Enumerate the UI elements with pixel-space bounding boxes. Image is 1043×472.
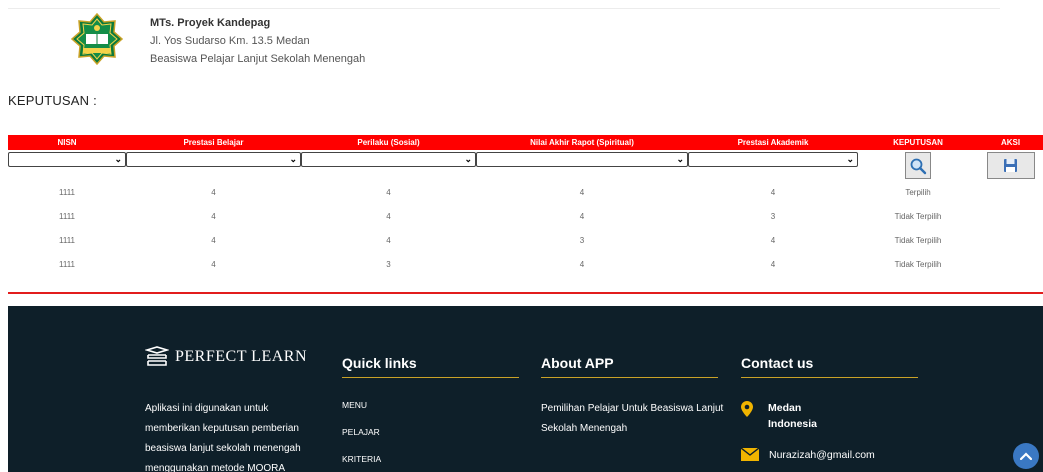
about-app-text: Pemilihan Pelajar Untuk Beasiswa Lanjut …: [541, 403, 724, 434]
cell-perilaku: 4: [386, 235, 391, 245]
cell-aksi: [978, 252, 1043, 276]
contact-city: Medan: [768, 402, 802, 414]
cell-prestasi-belajar: 4: [211, 187, 216, 197]
cell-perilaku: 3: [386, 259, 391, 269]
nisn-select[interactable]: ⌄: [8, 152, 126, 167]
contact-email[interactable]: Nurazizah@gmail.com: [769, 449, 875, 461]
page-title: KEPUTUSAN :: [8, 93, 97, 108]
floppy-save-icon: [1004, 159, 1017, 172]
header-perilaku: Perilaku (Sosial): [301, 135, 476, 150]
brand-name: PERFECT LEARN: [175, 348, 307, 365]
nilai-akhir-select[interactable]: ⌄: [476, 152, 688, 167]
header-aksi: AKSI: [978, 135, 1043, 150]
cell-nilai-akhir: 4: [579, 187, 585, 197]
cell-nilai-akhir: 4: [579, 211, 585, 221]
envelope-icon: [741, 448, 759, 461]
cell-aksi: [978, 204, 1043, 228]
cell-prestasi-akademik: 3: [770, 211, 776, 221]
school-header: MTs. Proyek Kandepag Jl. Yos Sudarso Km.…: [70, 12, 365, 70]
cell-nilai-akhir: 3: [579, 235, 585, 245]
chevron-down-icon: ⌄: [464, 154, 472, 164]
search-button[interactable]: [905, 152, 931, 179]
cell-nilai-akhir: 4: [579, 259, 585, 269]
cell-prestasi-belajar: 4: [211, 259, 216, 269]
school-address: Jl. Yos Sudarso Km. 13.5 Medan: [150, 35, 310, 47]
perilaku-select[interactable]: ⌄: [301, 152, 476, 167]
contact-country: Indonesia: [768, 418, 818, 430]
decision-table: NISN Prestasi Belajar Perilaku (Sosial) …: [8, 135, 1043, 276]
cell-perilaku: 4: [386, 211, 391, 221]
chevron-down-icon: ⌄: [289, 154, 297, 164]
cell-keputusan: Tidak Terpilih: [894, 235, 942, 245]
map-pin-icon: [741, 401, 753, 417]
footer-about-text: Aplikasi ini digunakan untuk memberikan …: [145, 403, 301, 472]
cell-nisn: 1111: [58, 187, 75, 197]
table-row: 1111 4 4 4 4 Terpilih: [8, 180, 1043, 204]
quick-links-list: MENU PELAJAR KRITERIA: [342, 398, 381, 472]
header-prestasi-akademik: Prestasi Akademik: [688, 135, 858, 150]
save-button[interactable]: [986, 152, 1035, 179]
school-name: MTs. Proyek Kandepag: [150, 17, 271, 29]
cell-nisn: 1111: [58, 235, 75, 245]
cell-aksi: [978, 180, 1043, 204]
chevron-up-icon: [1020, 452, 1032, 460]
contact-title: Contact us: [741, 355, 814, 371]
header-nilai-akhir: Nilai Akhir Rapot (Spiritual): [476, 135, 688, 150]
cell-prestasi-akademik: 4: [770, 235, 776, 245]
cell-keputusan: Terpilih: [905, 187, 931, 197]
cell-keputusan: Tidak Terpilih: [894, 259, 942, 269]
section-divider: [8, 292, 1043, 294]
prestasi-akademik-select[interactable]: ⌄: [688, 152, 858, 167]
header-prestasi-belajar: Prestasi Belajar: [126, 135, 301, 150]
contact-email-row: Nurazizah@gmail.com: [741, 448, 875, 461]
chevron-down-icon: ⌄: [676, 154, 684, 164]
chevron-down-icon: ⌄: [846, 154, 854, 164]
cell-prestasi-belajar: 4: [211, 211, 216, 221]
search-icon: [910, 158, 927, 174]
quick-links-underline: [342, 377, 519, 378]
cell-perilaku: 4: [386, 187, 391, 197]
quick-link-menu[interactable]: MENU: [342, 398, 381, 425]
quick-link-kriteria[interactable]: KRITERIA: [342, 452, 381, 472]
footer: PERFECT LEARN Aplikasi ini digunakan unt…: [8, 306, 1043, 472]
table-row: 1111 4 3 4 4 Tidak Terpilih: [8, 252, 1043, 276]
cell-prestasi-akademik: 4: [770, 187, 776, 197]
ministry-emblem-icon: [70, 12, 124, 66]
cell-prestasi-belajar: 4: [211, 235, 216, 245]
footer-brand[interactable]: PERFECT LEARN: [145, 346, 307, 368]
cell-nisn: 1111: [58, 211, 75, 221]
cell-keputusan: Tidak Terpilih: [894, 211, 942, 221]
about-app-title: About APP: [541, 355, 614, 371]
prestasi-belajar-select[interactable]: ⌄: [126, 152, 301, 167]
chevron-down-icon: ⌄: [114, 154, 122, 164]
quick-links-title: Quick links: [342, 355, 417, 371]
filter-row: ⌄ ⌄ ⌄ ⌄ ⌄: [8, 150, 1043, 180]
contact-location: Medan Indonesia: [741, 400, 817, 432]
table-row: 1111 4 4 4 3 Tidak Terpilih: [8, 204, 1043, 228]
header-keputusan: KEPUTUSAN: [858, 135, 978, 150]
book-stack-icon: [145, 346, 169, 366]
scroll-to-top-button[interactable]: [1013, 443, 1039, 469]
cell-prestasi-akademik: 4: [770, 259, 776, 269]
header-nisn: NISN: [8, 135, 126, 150]
contact-underline: [741, 377, 918, 378]
table-header-row: NISN Prestasi Belajar Perilaku (Sosial) …: [8, 135, 1043, 150]
quick-link-pelajar[interactable]: PELAJAR: [342, 425, 381, 452]
top-divider: [8, 8, 1000, 9]
table-row: 1111 4 4 3 4 Tidak Terpilih: [8, 228, 1043, 252]
school-description: Beasiswa Pelajar Lanjut Sekolah Menengah: [150, 53, 366, 65]
cell-aksi: [978, 228, 1043, 252]
about-app-underline: [541, 377, 718, 378]
cell-nisn: 1111: [58, 259, 75, 269]
